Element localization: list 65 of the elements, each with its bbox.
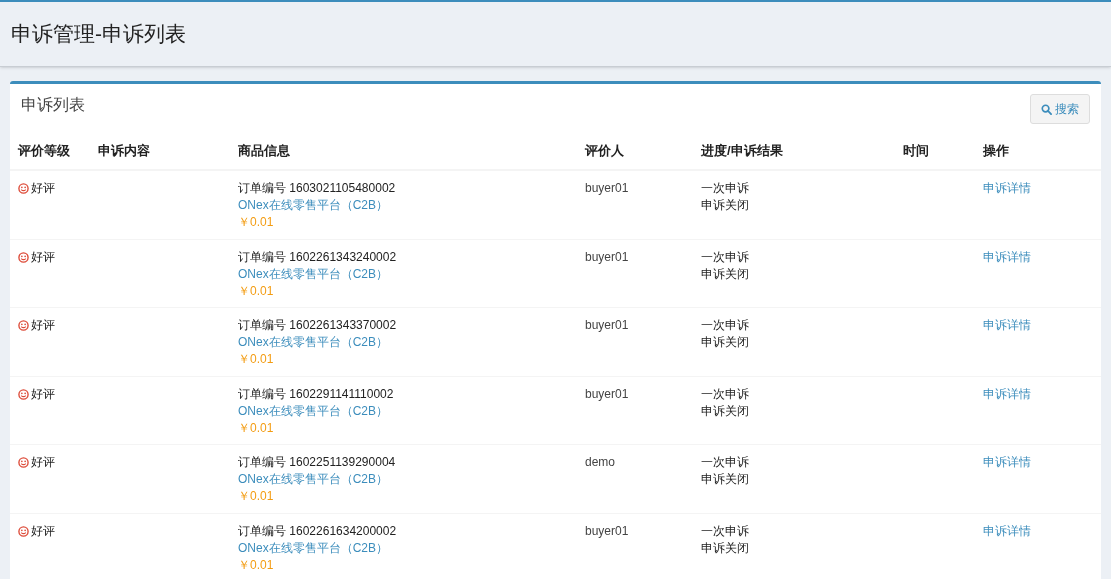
result-text: 申诉关闭 bbox=[701, 265, 749, 283]
details-link[interactable]: 申诉详情 bbox=[983, 386, 1031, 401]
rating-label: 好评 bbox=[31, 180, 55, 197]
order-number: 订单编号 1602261634200002 bbox=[238, 522, 397, 540]
price-text: ￥0.01 bbox=[238, 351, 274, 368]
column-header: 进度/申诉结果 bbox=[701, 142, 783, 158]
order-number: 订单编号 1602251139290004 bbox=[238, 454, 396, 471]
column-header: 商品信息 bbox=[238, 142, 290, 158]
result-text: 申诉关闭 bbox=[701, 471, 749, 488]
rating-label: 好评 bbox=[31, 248, 55, 266]
smiley-icon bbox=[18, 251, 29, 263]
progress-text: 一次申诉 bbox=[701, 248, 749, 266]
product-link[interactable]: ONex在线零售平台（C2B） bbox=[238, 471, 389, 488]
column-header: 申诉内容 bbox=[98, 142, 150, 158]
reviewer-name: buyer01 bbox=[585, 249, 629, 264]
details-link[interactable]: 申诉详情 bbox=[983, 249, 1031, 264]
progress-text: 一次申诉 bbox=[701, 317, 749, 334]
price-text: ￥0.01 bbox=[238, 488, 274, 505]
search-icon bbox=[1041, 103, 1052, 115]
order-number: 订单编号 1602291141110002 bbox=[238, 385, 394, 403]
reviewer-name: buyer01 bbox=[585, 523, 629, 538]
price-text: ￥0.01 bbox=[238, 556, 274, 574]
order-number: 订单编号 1603021105480002 bbox=[238, 180, 396, 197]
smiley-icon bbox=[18, 457, 29, 468]
smiley-icon bbox=[18, 525, 29, 537]
result-text: 申诉关闭 bbox=[701, 402, 749, 420]
rating-label: 好评 bbox=[31, 522, 55, 540]
details-link[interactable]: 申诉详情 bbox=[983, 455, 1031, 469]
column-header: 时间 bbox=[903, 142, 929, 158]
smiley-icon bbox=[18, 388, 29, 400]
reviewer-name: buyer01 bbox=[585, 318, 629, 332]
smiley-icon bbox=[18, 320, 29, 331]
order-number: 订单编号 1602261343240002 bbox=[238, 248, 397, 266]
rating-label: 好评 bbox=[31, 385, 55, 403]
reviewer-name: buyer01 bbox=[585, 181, 629, 195]
progress-text: 一次申诉 bbox=[701, 385, 749, 403]
search-button[interactable]: 搜索 bbox=[1030, 94, 1090, 124]
product-link[interactable]: ONex在线零售平台（C2B） bbox=[238, 539, 389, 557]
progress-text: 一次申诉 bbox=[701, 180, 749, 197]
result-text: 申诉关闭 bbox=[701, 334, 749, 351]
column-header: 评价人 bbox=[585, 142, 624, 158]
progress-text: 一次申诉 bbox=[701, 522, 749, 540]
smiley-icon bbox=[18, 183, 29, 194]
column-header: 评价等级 bbox=[18, 142, 70, 158]
rating-label: 好评 bbox=[31, 454, 55, 471]
price-text: ￥0.01 bbox=[238, 282, 274, 300]
column-header: 操作 bbox=[983, 142, 1009, 158]
page-title: 申诉管理-申诉列表 bbox=[11, 21, 186, 48]
details-link[interactable]: 申诉详情 bbox=[983, 181, 1031, 195]
rating-label: 好评 bbox=[31, 317, 55, 334]
reviewer-name: demo bbox=[585, 455, 616, 469]
product-link[interactable]: ONex在线零售平台（C2B） bbox=[238, 197, 389, 214]
reviewer-name: buyer01 bbox=[585, 386, 629, 401]
price-text: ￥0.01 bbox=[238, 419, 274, 437]
details-link[interactable]: 申诉详情 bbox=[983, 523, 1031, 538]
details-link[interactable]: 申诉详情 bbox=[983, 318, 1031, 332]
price-text: ￥0.01 bbox=[238, 214, 274, 231]
result-text: 申诉关闭 bbox=[701, 539, 749, 557]
progress-text: 一次申诉 bbox=[701, 454, 749, 471]
product-link[interactable]: ONex在线零售平台（C2B） bbox=[238, 402, 389, 420]
product-link[interactable]: ONex在线零售平台（C2B） bbox=[238, 265, 389, 283]
product-link[interactable]: ONex在线零售平台（C2B） bbox=[238, 334, 389, 351]
panel-title: 申诉列表 bbox=[21, 95, 85, 115]
result-text: 申诉关闭 bbox=[701, 197, 749, 214]
order-number: 订单编号 1602261343370002 bbox=[238, 317, 397, 334]
